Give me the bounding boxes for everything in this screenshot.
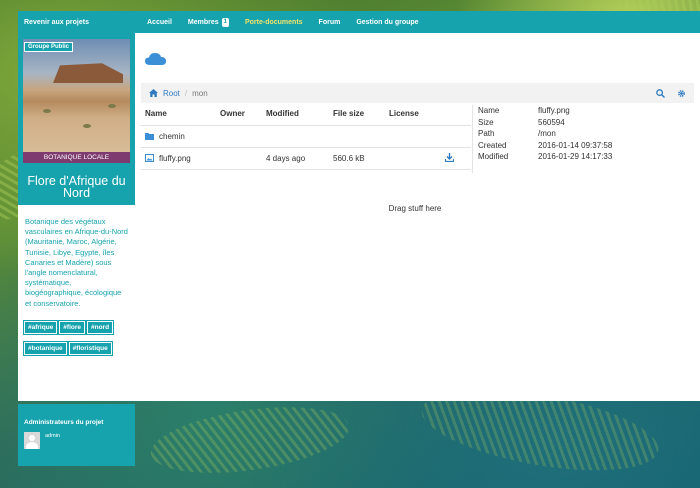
breadcrumb-current: mon: [192, 88, 208, 98]
members-count-badge: 1: [221, 17, 229, 27]
back-to-projects-link[interactable]: Revenir aux projets: [18, 19, 139, 26]
tag-botanique[interactable]: #botanique: [23, 340, 68, 356]
detail-value: /mon: [538, 129, 556, 138]
nav-label: Forum: [318, 18, 341, 26]
cell-name: chemin: [141, 125, 262, 148]
gear-icon[interactable]: [677, 89, 686, 98]
project-title: Flore d'Afrique du Nord: [27, 174, 126, 200]
table-row[interactable]: fluffy.png 4 days ago 560.6 kB: [141, 147, 471, 170]
cell-license: [385, 125, 441, 148]
detail-key: Size: [478, 117, 494, 127]
admin-name: admin: [45, 433, 60, 439]
background-fern: [146, 396, 354, 484]
file-name-label: fluffy.png: [159, 153, 191, 163]
tag-list: #afrique #flore #nord #botanique #floris…: [18, 309, 135, 356]
cell-actions: [441, 125, 471, 148]
detail-value: fluffy.png: [538, 106, 570, 115]
nav-gestion-du-groupe[interactable]: Gestion du groupe: [348, 11, 426, 33]
file-name-label: chemin: [159, 131, 185, 141]
toolbar: [656, 88, 686, 98]
detail-value: 2016-01-14 09:37:58: [538, 140, 613, 150]
detail-key: Path: [478, 129, 495, 138]
breadcrumb: Root / mon: [141, 83, 694, 103]
project-sidebar: Groupe Public BOTANIQUE LOCALE Flore d'A…: [18, 33, 135, 401]
activity-status: Actif il y a 1 mois et 3 semaine: [39, 393, 114, 399]
detail-key: Modified: [478, 152, 509, 161]
admin-item[interactable]: admin: [18, 426, 135, 449]
project-description: Botanique des végétaux vasculaires en Af…: [25, 217, 128, 308]
detail-row: Path/mon: [478, 128, 672, 140]
column-modified[interactable]: Modified: [262, 103, 329, 126]
table-header-row: Name Owner Modified File size License: [141, 103, 471, 126]
detail-key: Name: [478, 106, 500, 115]
admins-heading: Administrateurs du projet: [24, 419, 104, 426]
nav-label: Accueil: [147, 18, 172, 26]
breadcrumb-root-label: Root: [163, 88, 180, 98]
detail-row: Size 560594: [478, 117, 672, 129]
nav-accueil[interactable]: Accueil: [139, 11, 180, 33]
cloud-icon: [145, 53, 166, 65]
home-icon: [149, 89, 158, 97]
file-manager: Root / mon Name Owner Modified File size…: [135, 33, 700, 401]
tag-flore[interactable]: #flore: [58, 319, 86, 335]
image-file-icon: [145, 154, 154, 162]
image-shrub: [43, 109, 51, 113]
cell-name: fluffy.png: [141, 147, 262, 170]
cell-actions: [441, 147, 471, 170]
category-label: BOTANIQUE LOCALE: [23, 152, 130, 163]
search-icon[interactable]: [656, 88, 665, 98]
table-row[interactable]: chemin: [141, 125, 471, 148]
tag-afrique[interactable]: #afrique: [22, 319, 59, 335]
detail-key: Created: [478, 140, 507, 150]
detail-row: Modified 2016-01-29 14:17:33: [478, 151, 672, 163]
file-name: chemin: [145, 132, 262, 141]
cell-modified: 4 days ago: [262, 147, 329, 170]
column-actions: [441, 103, 471, 126]
folder-icon: [145, 133, 154, 140]
group-nav: Accueil Membres 1 Porte-documents Forum G…: [139, 11, 427, 33]
breadcrumb-separator: /: [184, 88, 188, 98]
cell-size: [329, 125, 385, 148]
cell-modified: [262, 125, 329, 148]
breadcrumb-root[interactable]: Root: [149, 89, 180, 98]
nav-forum[interactable]: Forum: [311, 11, 349, 33]
image-mesa: [53, 63, 123, 83]
cell-license: [385, 147, 441, 170]
nav-membres[interactable]: Membres 1: [180, 11, 237, 33]
detail-row: Created 2016-01-14 09:37:58: [478, 140, 672, 152]
project-admins: Administrateurs du projet admin: [18, 404, 135, 466]
image-shrub: [108, 104, 116, 108]
column-name[interactable]: Name: [141, 103, 216, 126]
upload-dropzone[interactable]: Drag stuff here: [135, 204, 695, 213]
nav-label: Membres: [187, 18, 219, 26]
file-table: Name Owner Modified File size License ch…: [141, 103, 471, 170]
tag-nord[interactable]: #nord: [85, 319, 115, 335]
cell-size: 560.6 kB: [329, 147, 385, 170]
nav-porte-documents[interactable]: Porte-documents: [237, 11, 311, 33]
project-image: [23, 39, 130, 152]
project-header: Groupe Public BOTANIQUE LOCALE Flore d'A…: [18, 33, 135, 205]
download-icon[interactable]: [444, 152, 455, 162]
detail-value: 560594: [538, 117, 565, 127]
image-shrub: [83, 124, 91, 128]
file-name: fluffy.png: [145, 154, 262, 163]
file-details-panel: Name fluffy.png Size 560594 Path/mon Creat…: [472, 105, 672, 173]
tag-floristique[interactable]: #floristique: [67, 340, 113, 356]
column-owner[interactable]: Owner: [216, 103, 262, 126]
detail-value: 2016-01-29 14:17:33: [538, 152, 613, 161]
column-file-size[interactable]: File size: [329, 103, 385, 126]
group-type-badge: Groupe Public: [24, 42, 74, 52]
top-navigation: Revenir aux projets Accueil Membres 1 Por…: [18, 11, 700, 33]
nav-label: Porte-documents: [244, 18, 303, 26]
column-license[interactable]: License: [385, 103, 441, 126]
avatar: [24, 432, 40, 449]
detail-row: Name fluffy.png: [478, 105, 672, 117]
nav-label: Gestion du groupe: [356, 18, 419, 26]
